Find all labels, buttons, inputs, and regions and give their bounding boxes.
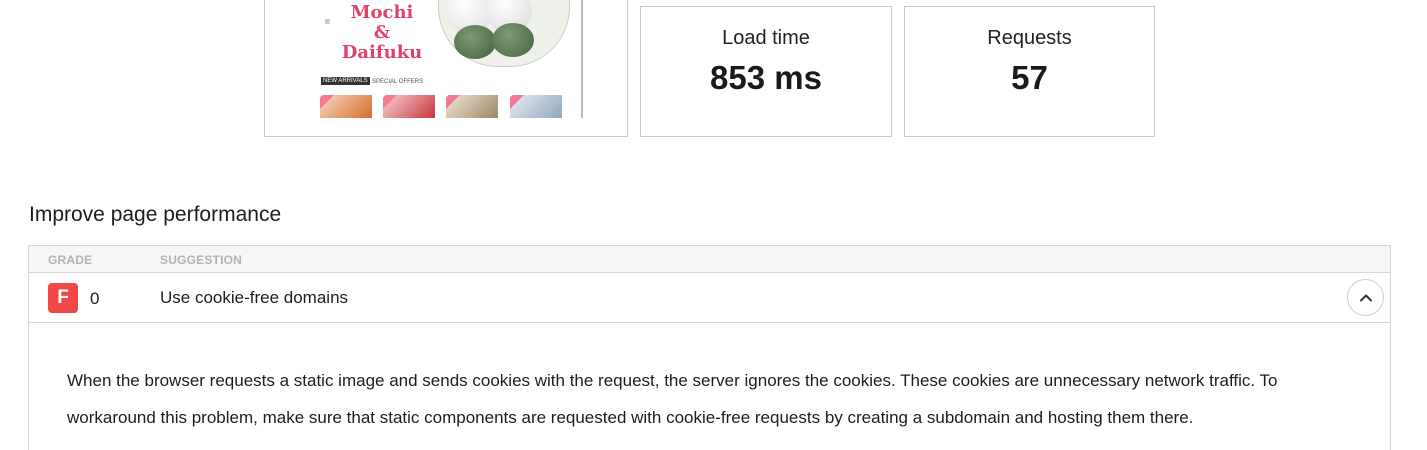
product-thumbnail (383, 95, 435, 118)
product-thumbnail (320, 95, 372, 118)
grade-badge: F (48, 283, 78, 313)
screenshot-title-line-1: Mochi (350, 2, 414, 23)
special-offers-tab: SPECIAL OFFERS (372, 79, 424, 85)
collapse-toggle-button[interactable] (1347, 279, 1384, 316)
chevron-up-icon (1360, 294, 1372, 302)
grade-score: 0 (90, 289, 100, 308)
section-title: Improve page performance (29, 203, 282, 226)
load-time-label: Load time (722, 27, 810, 49)
table-row[interactable]: F 0 Use cookie-free domains (29, 273, 1390, 323)
table-header: GRADE SUGGESTION (29, 246, 1390, 273)
requests-value: 57 (1011, 59, 1048, 96)
screenshot-dot (325, 19, 330, 24)
new-arrivals-tab: NEW ARRIVALS (321, 77, 370, 85)
suggestion-column-header: SUGGESTION (160, 253, 243, 267)
product-thumbnail (446, 95, 498, 118)
product-thumbnail (510, 95, 562, 118)
mochi-green-image (492, 23, 534, 57)
screenshot-edge (581, 0, 583, 118)
suggestion-detail-text: When the browser requests a static image… (67, 371, 1278, 427)
screenshot-title-line-3: Daifuku (341, 42, 423, 63)
mochi-green-image (454, 25, 496, 59)
page-screenshot-card: Mochi & Daifuku NEW ARRIVALS SPECIAL OFF… (264, 0, 628, 137)
load-time-value: 853 ms (710, 59, 822, 96)
requests-card: Requests 57 (904, 6, 1155, 137)
load-time-card: Load time 853 ms (640, 6, 892, 137)
screenshot-title-line-2: & (373, 22, 391, 43)
requests-label: Requests (987, 27, 1072, 49)
suggestion-text: Use cookie-free domains (160, 288, 349, 307)
suggestions-table: GRADE SUGGESTION F 0 Use cookie-free dom… (28, 245, 1391, 450)
grade-column-header: GRADE (48, 253, 93, 267)
page-screenshot: Mochi & Daifuku NEW ARRIVALS SPECIAL OFF… (320, 0, 584, 118)
